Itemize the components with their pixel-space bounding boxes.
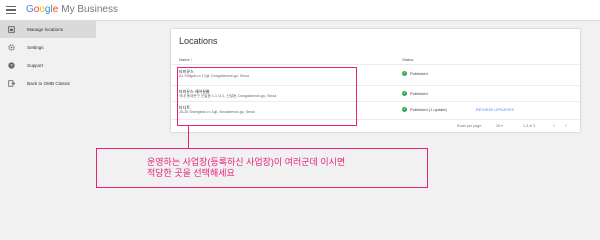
highlight-box	[177, 67, 357, 126]
sidebar-item-settings[interactable]: Settings	[0, 39, 96, 56]
sidebar-item-manage-locations[interactable]: Manage locations	[0, 21, 96, 38]
top-app-bar: Google My Business	[0, 0, 600, 21]
logo-letter: G	[26, 4, 34, 15]
page-title: Locations	[179, 36, 218, 46]
annotation-text: 운영하는 사업장(등록하신 사업장)이 여러군데 이시면 적당한 곳을 선택해세…	[147, 157, 345, 179]
sidebar-item-label: Back to GMB Classic	[27, 81, 71, 86]
status-cell: ✓ Published (1 update)	[402, 107, 447, 113]
status-text: Published	[410, 91, 428, 96]
rows-per-page-value: 25	[496, 124, 500, 128]
exit-icon	[8, 80, 15, 87]
page-range: 1-3 of 3	[523, 124, 536, 128]
check-circle-icon: ✓	[402, 107, 407, 113]
status-text: Published (1 update)	[410, 107, 447, 112]
rows-per-page-label: Rows per page:	[457, 124, 483, 128]
annotation-line-1: 운영하는 사업장(등록하신 사업장)이 여러군데 이시면	[147, 157, 346, 167]
annotation-callout: 운영하는 사업장(등록하신 사업장)이 여러군데 이시면 적당한 곳을 선택해세…	[96, 148, 428, 188]
sidebar-item-label: Manage locations	[27, 27, 64, 32]
divider	[171, 64, 580, 65]
help-icon: ?	[8, 62, 15, 69]
app-logo[interactable]: Google My Business	[26, 4, 118, 15]
status-cell: ✓ Published	[402, 91, 428, 97]
menu-icon[interactable]	[6, 6, 16, 15]
rows-per-page-select[interactable]: 25 ▾	[496, 124, 503, 128]
app-name: My Business	[61, 4, 118, 15]
review-updates-link[interactable]: REVIEW UPDATES	[476, 107, 514, 112]
logo-letter: e	[52, 4, 59, 15]
next-page-icon[interactable]: ›	[565, 123, 567, 129]
gear-icon	[8, 44, 15, 51]
check-circle-icon: ✓	[402, 71, 407, 77]
dropdown-arrow-icon: ▾	[501, 124, 503, 128]
annotation-line-2: 적당한 곳을 선택해세요	[147, 168, 235, 178]
check-circle-icon: ✓	[402, 91, 407, 97]
sidebar: Manage locations Settings ? Support Back…	[0, 21, 96, 214]
column-header-name[interactable]: Name ↑	[179, 57, 193, 62]
column-header-status: Status	[402, 57, 414, 62]
sidebar-item-back-to-classic[interactable]: Back to GMB Classic	[0, 75, 96, 92]
prev-page-icon[interactable]: ‹	[553, 123, 555, 129]
sidebar-item-label: Support	[27, 63, 44, 68]
sidebar-item-label: Settings	[27, 45, 44, 50]
storefront-icon	[8, 26, 15, 33]
sidebar-item-support[interactable]: ? Support	[0, 57, 96, 74]
status-cell: ✓ Published	[402, 71, 428, 77]
status-text: Published	[410, 71, 428, 76]
